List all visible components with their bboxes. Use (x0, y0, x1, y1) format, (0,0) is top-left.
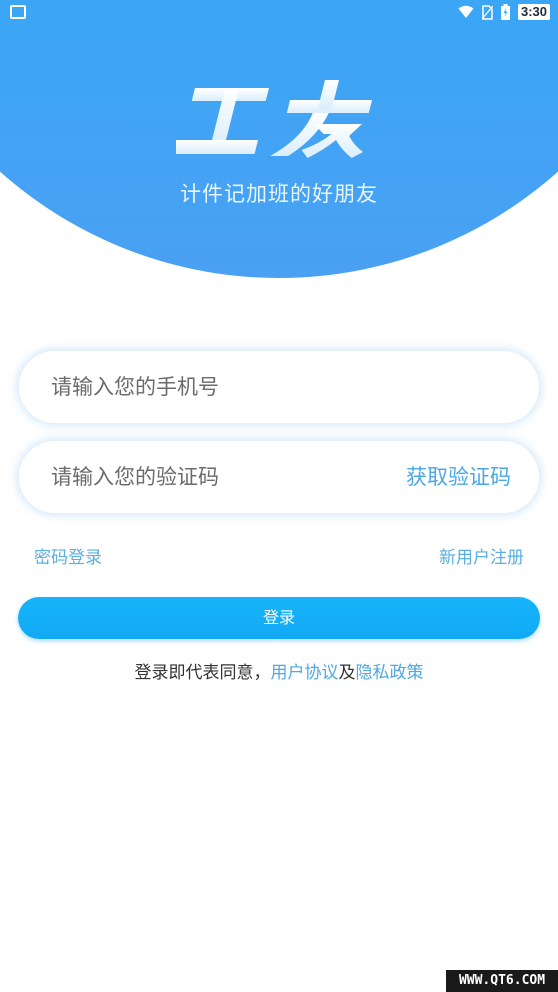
phone-field[interactable] (18, 350, 540, 424)
agreement-conjunction: 及 (338, 663, 356, 683)
password-login-link[interactable]: 密码登录 (34, 543, 102, 568)
privacy-policy-link[interactable]: 隐私政策 (356, 663, 424, 683)
watermark: WWW.QT6.COM (446, 970, 558, 992)
status-time: 3:30 (517, 4, 550, 20)
wifi-icon (458, 5, 474, 18)
agreement-notice: 登录即代表同意，用户协议及隐私政策 (0, 658, 558, 683)
header-banner: 3:30 计件记加班的好朋友 (0, 0, 558, 282)
screen-icon (10, 5, 26, 19)
battery-icon (500, 4, 510, 20)
app-logo (176, 80, 373, 158)
verification-code-field[interactable]: 获取验证码 (18, 440, 540, 514)
phone-input[interactable] (51, 351, 391, 423)
status-bar: 3:30 (0, 0, 558, 24)
verification-code-input[interactable] (51, 441, 391, 513)
no-sim-icon (481, 4, 493, 20)
status-right-group: 3:30 (458, 2, 550, 22)
app-tagline: 计件记加班的好朋友 (180, 182, 378, 206)
get-code-button[interactable]: 获取验证码 (406, 441, 511, 513)
register-link[interactable]: 新用户注册 (439, 543, 524, 568)
login-button[interactable]: 登录 (18, 597, 540, 639)
agreement-prefix: 登录即代表同意， (134, 663, 271, 683)
user-agreement-link[interactable]: 用户协议 (271, 663, 339, 683)
